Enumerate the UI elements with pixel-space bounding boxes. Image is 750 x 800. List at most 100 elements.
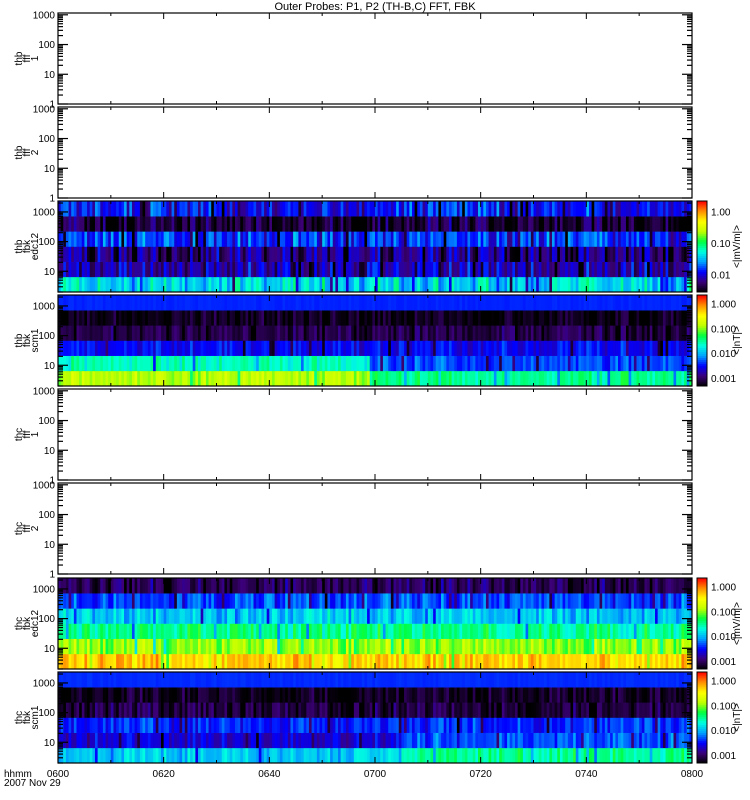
- heatmap-cell: [116, 370, 120, 387]
- heatmap-cell: [678, 638, 682, 655]
- heatmap-cell: [343, 216, 347, 232]
- heatmap-cell: [670, 370, 674, 387]
- spectrogram: [58, 578, 693, 670]
- heatmap-cell: [145, 216, 149, 232]
- heatmap-cell: [97, 295, 101, 311]
- heatmap-cell: [92, 608, 96, 624]
- heatmap-cell: [668, 276, 672, 293]
- heatmap-cell: [375, 623, 379, 639]
- heatmap-cell: [179, 246, 183, 262]
- heatmap-cell: [594, 325, 598, 341]
- heatmap-cell: [76, 295, 80, 311]
- heatmap-cell: [615, 276, 619, 293]
- heatmap-cell: [554, 578, 558, 594]
- heatmap-cell: [681, 578, 685, 594]
- heatmap-cell: [308, 310, 312, 326]
- heatmap-cell: [483, 261, 487, 278]
- heatmap-cell: [234, 246, 239, 262]
- heatmap-cell: [641, 246, 645, 262]
- heatmap-cell: [573, 246, 577, 262]
- heatmap-cell: [116, 246, 120, 262]
- heatmap-cell: [200, 261, 204, 278]
- heatmap-cell: [131, 593, 136, 609]
- heatmap-cell: [581, 276, 585, 293]
- heatmap-cell: [266, 623, 270, 639]
- heatmap-cell: [229, 310, 233, 326]
- heatmap-cell: [456, 325, 460, 341]
- heatmap-cell: [462, 608, 466, 624]
- heatmap-cell: [171, 638, 175, 655]
- heatmap-cell: [538, 216, 542, 232]
- heatmap-cell: [636, 340, 640, 356]
- heatmap-cell: [256, 340, 260, 356]
- heatmap-cell: [586, 310, 590, 326]
- heatmap-cell: [87, 216, 91, 232]
- heatmap-cell: [213, 216, 217, 232]
- heatmap-cell: [612, 653, 616, 670]
- heatmap-cell: [562, 261, 566, 278]
- heatmap-cell: [454, 340, 458, 356]
- heatmap-cell: [588, 370, 593, 387]
- heatmap-cell: [430, 608, 434, 624]
- heatmap-cell: [633, 578, 637, 594]
- heatmap-cell: [631, 370, 635, 387]
- heatmap-cell: [559, 370, 563, 387]
- heatmap-cell: [538, 653, 542, 670]
- heatmap-cell: [525, 593, 529, 609]
- heatmap-cell: [266, 261, 270, 278]
- heatmap-cell: [147, 623, 151, 639]
- heatmap-cell: [253, 216, 257, 232]
- heatmap-cell: [647, 578, 651, 594]
- heatmap-cell: [261, 231, 265, 247]
- heatmap-cell: [602, 638, 606, 655]
- heatmap-cell: [636, 261, 640, 278]
- heatmap-cell: [594, 310, 598, 326]
- heatmap-cell: [81, 261, 85, 278]
- heatmap-cell: [385, 201, 389, 217]
- heatmap-cell: [673, 231, 677, 247]
- heatmap-cell: [567, 653, 571, 670]
- heatmap-cell: [137, 340, 141, 356]
- heatmap-cell: [311, 276, 315, 293]
- heatmap-cell: [285, 261, 289, 278]
- heatmap-cell: [279, 276, 283, 293]
- heatmap-cell: [139, 340, 143, 356]
- heatmap-cell: [425, 325, 429, 341]
- heatmap-cell: [131, 608, 136, 624]
- heatmap-cell: [385, 231, 389, 247]
- heatmap-cell: [446, 216, 450, 232]
- heatmap-cell: [475, 201, 479, 217]
- heatmap-cell: [261, 295, 265, 311]
- heatmap-cell: [81, 340, 85, 356]
- heatmap-cell: [290, 246, 294, 262]
- heatmap-cell: [110, 325, 114, 341]
- heatmap-cell: [655, 578, 659, 594]
- heatmap-cell: [269, 340, 273, 356]
- heatmap-cell: [274, 201, 278, 217]
- heatmap-cell: [330, 340, 334, 356]
- heatmap-cell: [448, 608, 453, 624]
- heatmap-cell: [308, 340, 312, 356]
- heatmap-cell: [353, 578, 357, 594]
- heatmap-cell: [335, 623, 339, 639]
- heatmap-cell: [108, 638, 112, 655]
- heatmap-cell: [274, 370, 278, 387]
- heatmap-cell: [546, 623, 550, 639]
- heatmap-cell: [176, 295, 180, 311]
- heatmap-cell: [324, 608, 328, 624]
- heatmap-cell: [303, 593, 307, 609]
- heatmap-cell: [411, 246, 416, 262]
- heatmap-cell: [345, 623, 349, 639]
- heatmap-cell: [678, 370, 682, 387]
- heatmap-cell: [483, 310, 487, 326]
- y-tick-label: 10: [44, 446, 56, 457]
- heatmap-cell: [559, 355, 563, 372]
- heatmap-cell: [316, 231, 320, 247]
- heatmap-cell: [332, 638, 336, 655]
- heatmap-cell: [285, 355, 289, 372]
- heatmap-cell: [240, 201, 244, 217]
- panel-thc-fff-2: 1101001000thcfff2: [14, 480, 693, 581]
- y-tick-label: 1000: [33, 207, 56, 218]
- heatmap-cell: [559, 653, 563, 670]
- heatmap-cell: [591, 638, 595, 655]
